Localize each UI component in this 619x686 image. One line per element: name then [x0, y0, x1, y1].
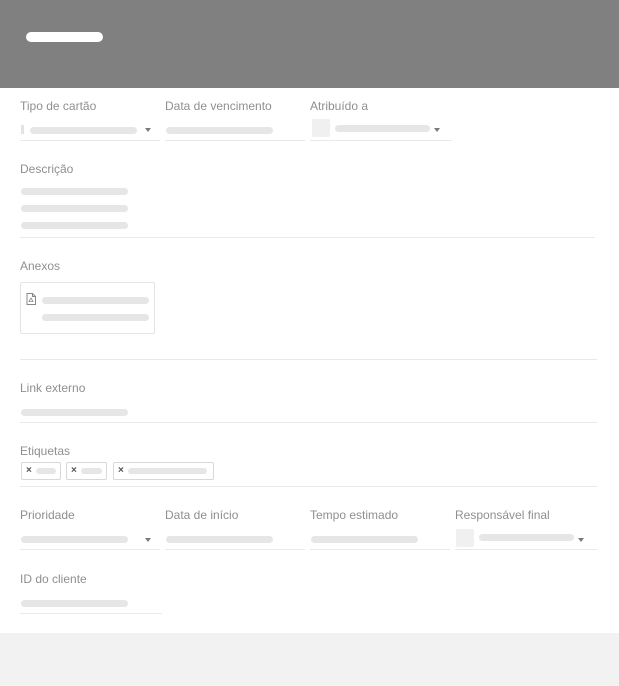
- label-etiquetas: Etiquetas: [20, 444, 71, 458]
- attachment-meta-placeholder: [42, 314, 149, 321]
- close-icon[interactable]: ×: [118, 464, 124, 478]
- pdf-file-icon: [26, 293, 36, 305]
- tag-chip[interactable]: ×: [113, 462, 214, 480]
- vencimento-value-placeholder: [166, 127, 273, 134]
- label-atribuido: Atribuído a: [310, 99, 369, 113]
- close-icon[interactable]: ×: [71, 464, 77, 478]
- tag-chip[interactable]: ×: [66, 462, 107, 480]
- tipo-marker: [21, 125, 24, 134]
- caret-down-icon: [145, 128, 151, 132]
- label-link: Link externo: [20, 381, 86, 395]
- label-tipo: Tipo de cartão: [20, 99, 97, 113]
- avatar: [456, 529, 474, 547]
- tipo-value-placeholder: [30, 127, 137, 134]
- prioridade-value-placeholder: [21, 536, 128, 543]
- avatar: [312, 119, 330, 137]
- tag-label-placeholder: [128, 468, 207, 474]
- tag-label-placeholder: [81, 468, 102, 474]
- tempo-value-placeholder: [311, 536, 418, 543]
- label-tempo: Tempo estimado: [310, 508, 399, 522]
- label-anexos: Anexos: [20, 259, 61, 273]
- descricao-line-placeholder: [21, 205, 128, 212]
- header-bar: [0, 0, 619, 88]
- atribuido-value-placeholder: [335, 125, 430, 132]
- attachment-name-placeholder: [42, 297, 149, 304]
- label-cliente: ID do cliente: [20, 572, 87, 586]
- label-prioridade: Prioridade: [20, 508, 75, 522]
- tag-label-placeholder: [36, 468, 56, 474]
- caret-down-icon: [434, 128, 440, 132]
- link-value-placeholder: [21, 409, 128, 416]
- label-responsavel: Responsável final: [455, 508, 550, 522]
- inicio-value-placeholder: [166, 536, 273, 543]
- title-placeholder: [26, 32, 103, 42]
- close-icon[interactable]: ×: [26, 464, 32, 478]
- attachment-card[interactable]: [20, 282, 155, 334]
- card-details-panel: [0, 88, 619, 633]
- tag-chip[interactable]: ×: [21, 462, 61, 480]
- label-vencimento: Data de vencimento: [165, 99, 272, 113]
- label-inicio: Data de início: [165, 508, 239, 522]
- label-descricao: Descrição: [20, 162, 74, 176]
- descricao-line-placeholder: [21, 188, 128, 195]
- responsavel-value-placeholder: [479, 534, 574, 541]
- descricao-line-placeholder: [21, 222, 128, 229]
- caret-down-icon: [578, 538, 584, 542]
- cliente-value-placeholder: [21, 600, 128, 607]
- caret-down-icon: [145, 538, 151, 542]
